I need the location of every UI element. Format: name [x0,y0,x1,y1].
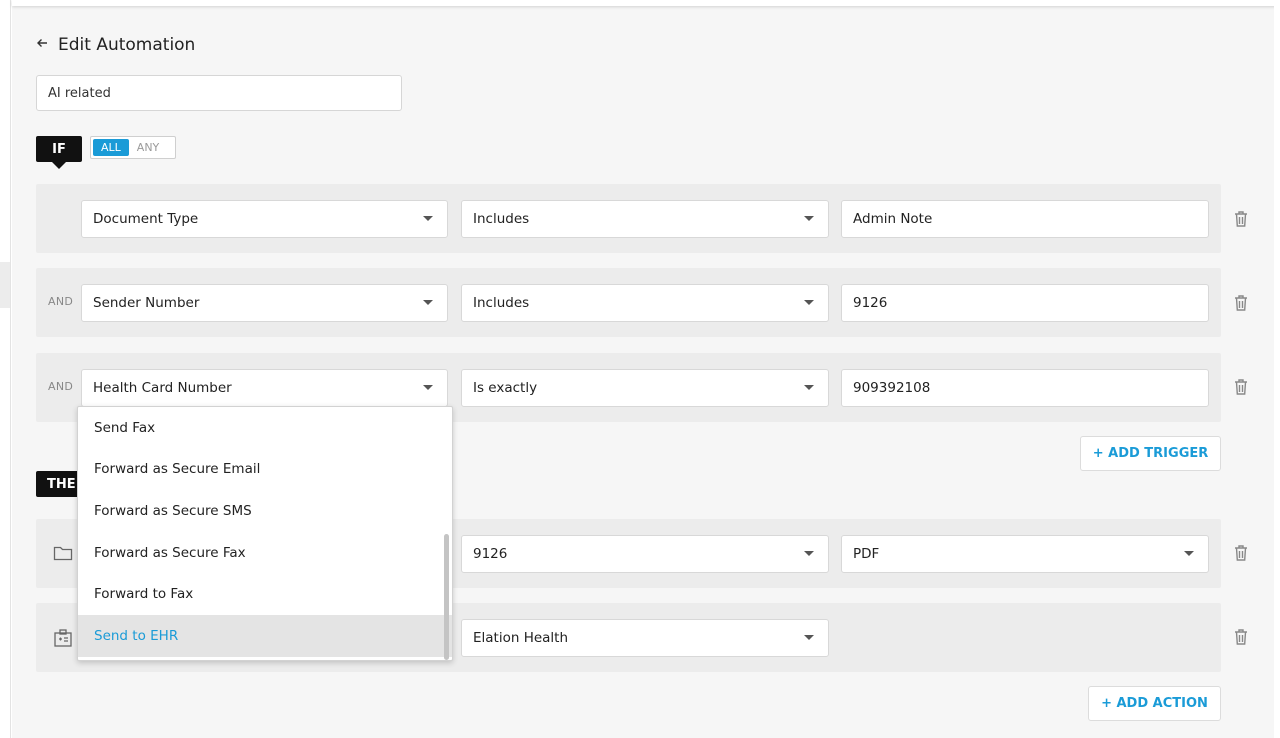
select-value: Elation Health [473,630,569,646]
dropdown-option[interactable]: Forward as Secure SMS [78,490,452,532]
page-header: Edit Automation [36,33,195,57]
dropdown-option-selected[interactable]: Send to EHR [78,614,452,657]
caret-down-icon [804,635,814,640]
select-value: Includes [473,295,530,311]
caret-down-icon [804,551,814,556]
dropdown-option[interactable]: Forward as Secure Fax [78,532,452,574]
select-value: PDF [853,546,880,562]
select-value: Health Card Number [93,380,232,396]
input-value: 9126 [853,295,888,311]
action-target-select[interactable]: 9126 [461,535,829,573]
caret-down-icon [1184,551,1194,556]
right-edge [1274,0,1280,738]
trigger-operator-select[interactable]: Includes [461,200,829,238]
caret-down-icon [804,300,814,305]
dropdown-scrollbar[interactable] [444,534,449,660]
match-any-option[interactable]: ANY [129,139,167,156]
action-target-select[interactable]: Elation Health [461,619,829,657]
automation-name-input[interactable] [36,75,402,111]
folder-icon [53,544,73,562]
trash-icon[interactable] [1232,377,1250,397]
dropdown-option[interactable]: Forward to Fax [78,573,452,615]
action-format-select[interactable]: PDF [841,535,1209,573]
add-action-button[interactable]: + ADD ACTION [1088,686,1221,721]
input-value: Admin Note [853,211,933,227]
select-value: Is exactly [473,380,538,396]
match-all-option[interactable]: ALL [93,139,129,156]
trigger-operator-select[interactable]: Includes [461,284,829,322]
add-trigger-button[interactable]: + ADD TRIGGER [1080,436,1221,471]
trigger-field-select[interactable]: Health Card Number [81,369,448,407]
caret-down-icon [804,385,814,390]
trash-icon[interactable] [1232,543,1250,563]
dropdown-option[interactable]: Send Fax [78,407,452,449]
trigger-value-input[interactable]: 9126 [841,284,1209,322]
caret-down-icon [804,216,814,221]
trigger-value-input[interactable]: 909392108 [841,369,1209,407]
select-value: Includes [473,211,530,227]
select-value: Sender Number [93,295,200,311]
medical-record-icon [53,628,73,647]
top-bar [12,0,1280,6]
action-type-dropdown: Send Fax Forward as Secure Email Forward… [77,406,453,661]
input-value: 909392108 [853,380,931,396]
trigger-field-select[interactable]: Document Type [81,200,448,238]
caret-down-icon [423,216,433,221]
and-connector: AND [48,380,74,393]
trash-icon[interactable] [1232,627,1250,647]
and-connector: AND [48,295,74,308]
trash-icon[interactable] [1232,209,1250,229]
if-badge: IF [36,136,82,169]
main-panel: Edit Automation IF ALL ANY Document Type… [12,0,1280,738]
left-rail [0,0,11,738]
select-value: 9126 [473,546,508,562]
trash-icon[interactable] [1232,293,1250,313]
dropdown-option[interactable]: Forward as Secure Email [78,449,452,491]
rail-indicator [0,262,10,308]
select-value: Document Type [93,211,199,227]
caret-down-icon [423,385,433,390]
arrow-left-icon[interactable] [36,37,50,53]
trigger-value-input[interactable]: Admin Note [841,200,1209,238]
trigger-row: AND Sender Number Includes 9126 [36,268,1221,337]
trigger-row: Document Type Includes Admin Note [36,184,1221,253]
trigger-field-select[interactable]: Sender Number [81,284,448,322]
caret-down-icon [423,300,433,305]
match-toggle: ALL ANY [90,136,176,159]
trigger-operator-select[interactable]: Is exactly [461,369,829,407]
page-title: Edit Automation [58,35,196,55]
